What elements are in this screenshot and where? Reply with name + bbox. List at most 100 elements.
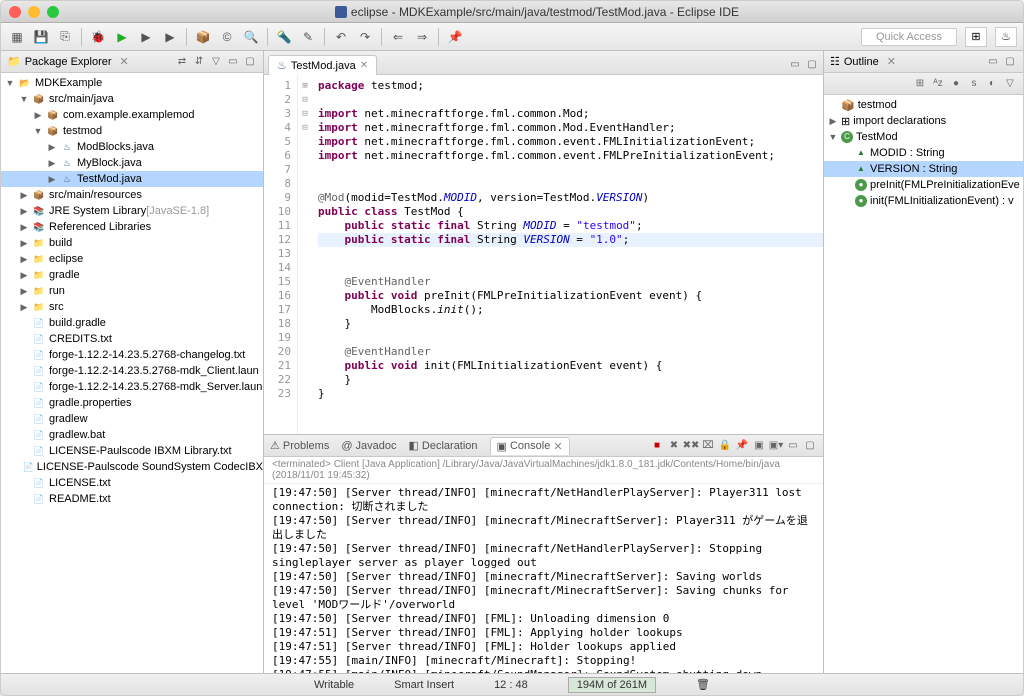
declaration-tab[interactable]: ◧Declaration	[409, 439, 478, 452]
fold-gutter[interactable]: ⊞⊟⊟⊟	[298, 75, 312, 434]
tree-item[interactable]: ▶📦src/main/resources	[1, 187, 263, 203]
tree-item[interactable]: 📄LICENSE-Paulscode SoundSystem CodecIBX	[1, 459, 263, 475]
scroll-lock-button[interactable]: 🔒	[718, 439, 732, 453]
prev-annotation-button[interactable]: ↶	[331, 27, 351, 47]
outline-item[interactable]: ●init(FMLInitializationEvent) : v	[824, 193, 1023, 209]
tree-item[interactable]: ▶♨MyBlock.java	[1, 155, 263, 171]
debug-button[interactable]: 🐞	[88, 27, 108, 47]
console-close-icon[interactable]: ✕	[553, 440, 562, 453]
console-output[interactable]: [19:47:50] [Server thread/INFO] [minecra…	[264, 484, 823, 673]
clear-console-button[interactable]: ⌧	[701, 439, 715, 453]
toggle-mark-button[interactable]: ✎	[298, 27, 318, 47]
new-class-button[interactable]: ©	[217, 27, 237, 47]
open-console-button[interactable]: ▣▾	[769, 439, 783, 453]
close-window-button[interactable]	[9, 6, 21, 18]
status-memory[interactable]: 194M of 261M	[568, 677, 656, 693]
outline-max-button[interactable]: ▢	[1003, 55, 1017, 69]
tree-item[interactable]: 📄build.gradle	[1, 315, 263, 331]
tree-item[interactable]: ▼📦src/main/java	[1, 91, 263, 107]
outline-min-button[interactable]: ▭	[986, 55, 1000, 69]
back-button[interactable]: ⇐	[388, 27, 408, 47]
tree-item[interactable]: 📄gradlew	[1, 411, 263, 427]
tree-item[interactable]: ▶📁run	[1, 283, 263, 299]
new-package-button[interactable]: 📦	[193, 27, 213, 47]
tree-item[interactable]: ▶📁gradle	[1, 267, 263, 283]
link-editor-button[interactable]: ⇵	[192, 55, 206, 69]
code-editor[interactable]: 1234567891011121314151617181920212223 ⊞⊟…	[264, 75, 823, 434]
tree-item[interactable]: ▶📁build	[1, 235, 263, 251]
console-tab[interactable]: ▣Console ✕	[490, 437, 570, 455]
outline-close-icon[interactable]: ✕	[887, 55, 896, 68]
tree-item[interactable]: ▶📚JRE System Library [JavaSE-1.8]	[1, 203, 263, 219]
open-perspective-button[interactable]: ⊞	[965, 27, 987, 47]
tree-item[interactable]: ▶📁src	[1, 299, 263, 315]
problems-tab[interactable]: ⚠Problems	[270, 439, 329, 452]
forward-button[interactable]: ⇒	[412, 27, 432, 47]
maximize-window-button[interactable]	[47, 6, 59, 18]
tree-item[interactable]: 📄forge-1.12.2-14.23.5.2768-mdk_Client.la…	[1, 363, 263, 379]
javadoc-tab[interactable]: @Javadoc	[341, 440, 396, 452]
outline-item[interactable]: ●preInit(FMLPreInitializationEve	[824, 177, 1023, 193]
tree-item[interactable]: ▶📦com.example.examplemod	[1, 107, 263, 123]
coverage-button[interactable]: ▶	[136, 27, 156, 47]
tree-item[interactable]: ▶📚Referenced Libraries	[1, 219, 263, 235]
maximize-view-button[interactable]: ▢	[243, 55, 257, 69]
outline-item[interactable]: ▲VERSION : String	[824, 161, 1023, 177]
tree-item[interactable]: 📄LICENSE.txt	[1, 475, 263, 491]
tree-item[interactable]: ▶♨ModBlocks.java	[1, 139, 263, 155]
editor-maximize-button[interactable]: ▢	[805, 57, 819, 71]
tree-item[interactable]: 📄gradlew.bat	[1, 427, 263, 443]
gc-button[interactable]: 🗑	[696, 678, 710, 691]
save-all-button[interactable]: ⎘	[55, 27, 75, 47]
code-area[interactable]: package testmod; import net.minecraftfor…	[312, 75, 823, 434]
collapse-all-button[interactable]: ⇄	[175, 55, 189, 69]
search-button[interactable]: 🔦	[274, 27, 294, 47]
line-number-gutter[interactable]: 1234567891011121314151617181920212223	[264, 75, 298, 434]
pin-console-button[interactable]: 📌	[735, 439, 749, 453]
tree-item[interactable]: 📄LICENSE-Paulscode IBXM Library.txt	[1, 443, 263, 459]
save-button[interactable]: 💾	[31, 27, 51, 47]
outline-item[interactable]: 📦testmod	[824, 97, 1023, 113]
tree-item[interactable]: 📄forge-1.12.2-14.23.5.2768-mdk_Server.la…	[1, 379, 263, 395]
external-tools-button[interactable]: ▶	[160, 27, 180, 47]
outline-focus-button[interactable]: ⊞	[913, 77, 927, 91]
editor-tab-testmod[interactable]: ♨ TestMod.java ✕	[268, 55, 377, 75]
tree-item[interactable]: ▼📂MDKExample	[1, 75, 263, 91]
terminate-button[interactable]: ■	[650, 439, 664, 453]
editor-minimize-button[interactable]: ▭	[788, 57, 802, 71]
outline-item[interactable]: ▲MODID : String	[824, 145, 1023, 161]
next-annotation-button[interactable]: ↷	[355, 27, 375, 47]
outline-hide-fields-button[interactable]: ●	[949, 77, 963, 91]
pin-button[interactable]: 📌	[445, 27, 465, 47]
console-max-button[interactable]: ▢	[803, 439, 817, 453]
minimize-window-button[interactable]	[28, 6, 40, 18]
outline-sort-button[interactable]: ᴬz	[931, 77, 945, 91]
view-close-icon[interactable]: ✕	[120, 55, 129, 68]
tree-item[interactable]: 📄CREDITS.txt	[1, 331, 263, 347]
outline-hide-local-button[interactable]: ▽	[1003, 77, 1017, 91]
remove-all-button[interactable]: ✖✖	[684, 439, 698, 453]
outline-tree[interactable]: 📦testmod▶⊞import declarations▼CTestMod▲M…	[824, 95, 1023, 673]
open-type-button[interactable]: 🔍	[241, 27, 261, 47]
display-console-button[interactable]: ▣	[752, 439, 766, 453]
outline-hide-nonpublic-button[interactable]: ◐	[985, 77, 999, 91]
outline-hide-static-button[interactable]: s	[967, 77, 981, 91]
package-explorer-tree[interactable]: ▼📂MDKExample▼📦src/main/java▶📦com.example…	[1, 73, 263, 673]
outline-item[interactable]: ▼CTestMod	[824, 129, 1023, 145]
view-menu-button[interactable]: ▽	[209, 55, 223, 69]
close-tab-icon[interactable]: ✕	[360, 60, 368, 71]
tree-item[interactable]: 📄gradle.properties	[1, 395, 263, 411]
tree-item[interactable]: 📄README.txt	[1, 491, 263, 507]
tree-item[interactable]: ▶📁eclipse	[1, 251, 263, 267]
outline-item[interactable]: ▶⊞import declarations	[824, 113, 1023, 129]
tree-item[interactable]: 📄forge-1.12.2-14.23.5.2768-changelog.txt	[1, 347, 263, 363]
minimize-view-button[interactable]: ▭	[226, 55, 240, 69]
run-button[interactable]: ▶	[112, 27, 132, 47]
tree-item[interactable]: ▼📦testmod	[1, 123, 263, 139]
tree-item[interactable]: ▶♨TestMod.java	[1, 171, 263, 187]
java-perspective-button[interactable]: ♨	[995, 27, 1017, 47]
quick-access-input[interactable]: Quick Access	[861, 28, 957, 46]
remove-launch-button[interactable]: ✖	[667, 439, 681, 453]
console-min-button[interactable]: ▭	[786, 439, 800, 453]
new-button[interactable]: ▦	[7, 27, 27, 47]
